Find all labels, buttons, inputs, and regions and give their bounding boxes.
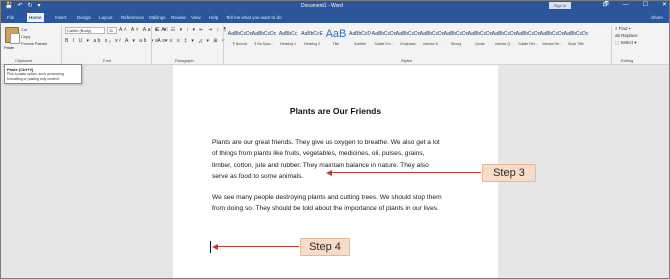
find-button[interactable]: ⌕ Find ▾ <box>615 26 631 32</box>
step-4-arrowhead <box>212 244 218 250</box>
group-divider <box>223 26 224 64</box>
styles-gallery: AaBbCcDc ¶ Normal AaBbCcDc ¶ No Spac... Aa… <box>226 27 588 53</box>
document-heading[interactable]: Plants are Our Friends <box>173 105 498 117</box>
paragraph-line: timber, cotton, jute and rubber. They ma… <box>212 161 429 169</box>
paste-button-label[interactable]: Paste <box>4 45 14 50</box>
paragraph-1[interactable]: Plants are our great friends. They give … <box>212 137 467 183</box>
paste-tooltip: Paste (Ctrl+V) Pick a paste option, such… <box>4 64 82 84</box>
cut-button[interactable]: Cut <box>21 27 27 32</box>
paste-icon[interactable] <box>5 27 20 44</box>
tab-insert[interactable]: Insert <box>53 13 68 22</box>
sign-in-button[interactable]: Sign in <box>549 2 571 9</box>
group-divider <box>61 26 62 64</box>
copy-button[interactable]: Copy <box>21 34 30 39</box>
share-button[interactable]: Share <box>651 14 663 21</box>
text-cursor <box>210 241 211 253</box>
paragraph-line: of things from plants like fruits, veget… <box>212 150 425 158</box>
style-book-title[interactable]: AaBbCcDc Book Title <box>562 27 590 53</box>
ribbon-display-icon[interactable]: 🗗 <box>603 2 609 9</box>
font-family-select[interactable]: Calibri (Body) <box>65 27 105 34</box>
styles-group-label: Styles <box>401 58 412 63</box>
paragraph-line: We see many people destroying plants and… <box>212 194 442 201</box>
tab-help[interactable]: Help <box>207 13 220 22</box>
paragraph-line: Plants are our great friends. They give … <box>212 139 440 146</box>
step-3-arrowhead <box>326 170 332 176</box>
title-bar: 💾 ↶ ↻ ▾ Document1 - Word Sign in 🗗 — ☐ ✕ <box>1 1 669 11</box>
paragraph-line: from doing so. They should be told about… <box>212 205 439 213</box>
tab-view[interactable]: View <box>189 13 203 22</box>
tab-review[interactable]: Review <box>169 13 188 22</box>
font-size-select[interactable]: 11 <box>107 27 117 34</box>
step-4-arrow-line <box>217 246 299 247</box>
paragraph-2[interactable]: We see many people destroying plants and… <box>212 192 467 215</box>
undo-icon[interactable]: ↶ <box>17 3 22 9</box>
replace-button[interactable]: ab Replace <box>615 33 638 39</box>
tab-design[interactable]: Design <box>75 13 93 22</box>
ribbon-home: Paste Cut Copy Format Painter Clipboard … <box>1 23 669 65</box>
tab-layout[interactable]: Layout <box>97 13 115 22</box>
minimize-icon[interactable]: — <box>623 2 629 9</box>
ribbon-tabs: File Home Insert Design Layout Reference… <box>1 11 669 23</box>
step-3-arrow-line <box>331 172 481 173</box>
tab-home[interactable]: Home <box>27 13 44 22</box>
tab-references[interactable]: References <box>119 13 146 22</box>
paragraph-group-label: Paragraph <box>175 58 194 63</box>
editing-group-label: Editing <box>621 58 634 63</box>
font-group-label: Font <box>103 58 112 63</box>
word-window: 💾 ↶ ↻ ▾ Document1 - Word Sign in 🗗 — ☐ ✕… <box>0 0 670 279</box>
step-4-callout: Step 4 <box>300 238 350 256</box>
tab-mailings[interactable]: Mailings <box>147 13 168 22</box>
redo-icon[interactable]: ↻ <box>28 3 33 9</box>
format-painter-button[interactable]: Format Painter <box>21 41 47 46</box>
tell-me-search[interactable]: Tell me what you want to do <box>226 14 282 21</box>
tooltip-body: Pick a paste option, such as keeping for… <box>7 72 64 81</box>
close-icon[interactable]: ✕ <box>662 2 667 9</box>
save-icon[interactable]: 💾 <box>5 3 12 9</box>
group-divider <box>611 26 612 64</box>
font-format-tools[interactable]: B I U ▾ ab x₂ x² A ▾ ab ▾ A ▾ <box>65 38 169 45</box>
group-divider <box>151 26 152 64</box>
list-tools[interactable]: ☰ ▾ ☷ ▾ ⁝ ▾ ⇤ ⇥ ↕ ¶ <box>155 27 228 34</box>
quick-access-toolbar: 💾 ↶ ↻ ▾ <box>5 3 41 9</box>
window-title: Document1 - Word <box>301 3 343 9</box>
select-button[interactable]: ⬚ Select ▾ <box>615 40 637 46</box>
maximize-icon[interactable]: ☐ <box>643 2 648 9</box>
step-3-callout: Step 3 <box>482 164 536 182</box>
window-controls: 🗗 — ☐ ✕ <box>603 2 667 9</box>
tab-file[interactable]: File <box>5 13 16 22</box>
alignment-tools[interactable]: ≡ ≡ ≡ ≡ ‡ ▾ ◿ ▾ ⊞ ▾ <box>155 38 226 45</box>
customize-qat-icon[interactable]: ▾ <box>38 3 41 9</box>
